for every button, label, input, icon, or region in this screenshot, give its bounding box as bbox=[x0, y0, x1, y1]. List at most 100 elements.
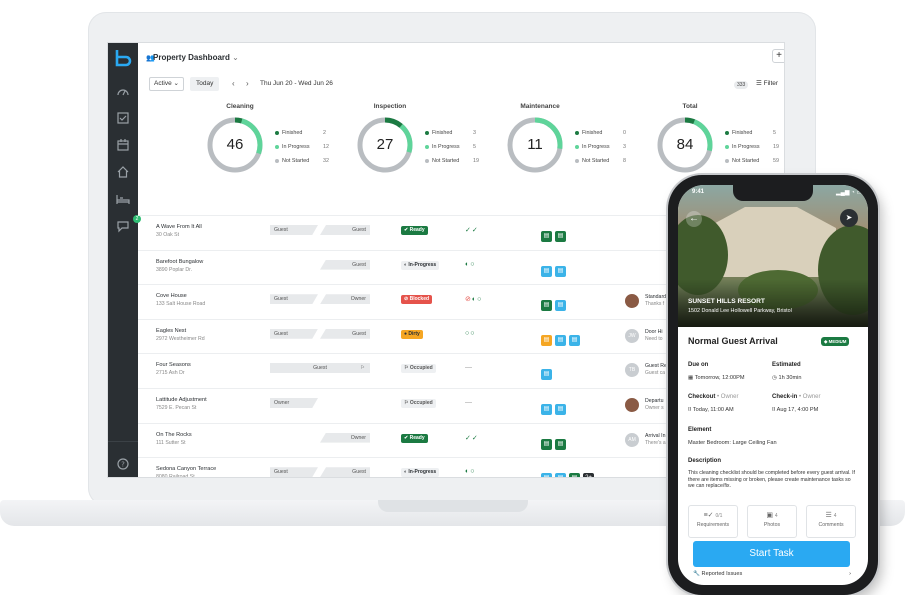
check-circle-icon: ✓ bbox=[471, 434, 479, 442]
stat-total[interactable]: Total 84 Finished 5 In Progress 19 Not Sta… bbox=[620, 101, 779, 181]
check-circle-icon: ✓ bbox=[465, 434, 472, 442]
status-time: 9:41 bbox=[692, 189, 705, 195]
legend-in-progress: In Progress 19 bbox=[725, 144, 779, 150]
property-name[interactable]: A Wave From It All bbox=[156, 224, 202, 230]
bed-icon[interactable] bbox=[116, 192, 130, 206]
status-icon: ● bbox=[404, 330, 408, 337]
stat-total: 11 bbox=[527, 136, 543, 153]
element-value: Master Bedroom: Large Ceiling Fan bbox=[688, 440, 777, 446]
task-icon[interactable]: ▤ bbox=[555, 404, 566, 415]
check-circle-icon: ✓ bbox=[471, 227, 479, 234]
checkin-value: ⌷ Aug 17, 4:00 PM bbox=[772, 407, 819, 413]
empty-circle-icon: ○ bbox=[470, 260, 476, 268]
legend-finished: Finished 5 bbox=[725, 130, 776, 136]
next-week-button[interactable]: › bbox=[246, 79, 249, 88]
door-icon: ⌷ bbox=[772, 407, 776, 413]
task-icon[interactable]: ▤ bbox=[555, 438, 566, 450]
back-arrow-icon[interactable]: ← bbox=[686, 211, 702, 227]
status-icon: ✔ bbox=[404, 434, 409, 441]
status-badge[interactable]: ◐ In-Progress bbox=[401, 260, 440, 270]
property-address: 2972 Westheimer Rd bbox=[156, 335, 205, 342]
property-name[interactable]: Sedona Canyon Terrace bbox=[156, 466, 216, 472]
task-icon[interactable]: ▤ bbox=[541, 334, 552, 346]
status-icon: ◐ bbox=[404, 261, 408, 268]
calendar-icon[interactable] bbox=[116, 138, 130, 152]
property-name[interactable]: On The Rocks bbox=[156, 432, 192, 438]
task-icon[interactable]: ▤ bbox=[555, 300, 566, 312]
filter-button[interactable]: ☰ Filter bbox=[756, 79, 778, 87]
dash-icon: — bbox=[465, 399, 473, 406]
property-address: 7529 E. Pecan St bbox=[156, 405, 197, 411]
inspection-checks: ⊘◐○ bbox=[465, 295, 482, 303]
task-icon[interactable]: ▤ bbox=[541, 404, 552, 415]
prev-week-button[interactable]: ‹ bbox=[232, 79, 235, 88]
stat-maintenance[interactable]: Maintenance 11 Finished 0 In Progress 3 No… bbox=[470, 101, 626, 181]
avatar: JW bbox=[625, 328, 639, 343]
task-icon[interactable]: ▤ bbox=[569, 334, 580, 346]
reported-issues-link[interactable]: 🔧 Reported Issues › bbox=[693, 571, 851, 577]
task-icon[interactable]: ▤ bbox=[555, 334, 566, 346]
help-icon[interactable]: ? bbox=[116, 457, 130, 471]
property-name[interactable]: Eagles Nest bbox=[156, 328, 186, 334]
chat-icon[interactable]: 2 bbox=[116, 215, 141, 233]
photos-tile[interactable]: ▣ 4 Photos bbox=[747, 505, 797, 538]
legend-not-started: Not Started 19 bbox=[425, 158, 479, 164]
task-icon[interactable]: ▤ bbox=[555, 473, 566, 477]
task-icon[interactable]: ▤ bbox=[541, 300, 552, 312]
task-icon[interactable]: ▤ bbox=[541, 265, 552, 277]
start-task-button[interactable]: Start Task bbox=[693, 541, 850, 567]
checkin-segment: Owner bbox=[320, 432, 370, 443]
task-icon[interactable]: ▤ bbox=[541, 369, 552, 381]
status-icon: ✔ bbox=[404, 227, 409, 233]
app-logo[interactable] bbox=[114, 49, 132, 69]
comments-tile[interactable]: ☰ 4 Comments bbox=[806, 505, 856, 538]
status-badge[interactable]: ● Dirty bbox=[401, 329, 423, 339]
stat-cleaning[interactable]: Cleaning 46 Finished 2 In Progress 12 Not … bbox=[170, 101, 329, 181]
task-icon[interactable]: ▤ bbox=[541, 438, 552, 450]
requirements-tile[interactable]: ≡✓ 0/1 Requirements bbox=[688, 505, 738, 538]
gauge-icon[interactable] bbox=[116, 85, 130, 99]
element-label: Element bbox=[688, 427, 712, 433]
wrench-icon: 🔧 bbox=[693, 571, 700, 577]
checkin-segment: Guest bbox=[320, 225, 370, 235]
property-name[interactable]: Lattitude Adjustment bbox=[156, 397, 207, 403]
today-button[interactable]: Today bbox=[190, 77, 220, 91]
stat-inspection[interactable]: Inspection 27 Finished 3 In Progress 5 Not… bbox=[320, 101, 479, 181]
inspection-checks: ○○ bbox=[465, 330, 475, 337]
property-name: SUNSET HILLS RESORT bbox=[688, 298, 765, 305]
add-button[interactable]: + bbox=[772, 49, 784, 63]
status-badge[interactable]: ⚐ Occupied bbox=[401, 364, 436, 374]
avatar: TB bbox=[625, 363, 639, 378]
legend-in-progress: In Progress 12 bbox=[275, 144, 329, 150]
task-icon[interactable]: ▤ bbox=[569, 473, 580, 477]
status-badge[interactable]: ✔ Ready bbox=[401, 226, 428, 235]
due-label: Due on bbox=[688, 362, 709, 368]
task-icon[interactable]: ▤ bbox=[541, 473, 552, 477]
more-tasks-badge[interactable]: 2+ bbox=[583, 473, 594, 477]
page-title[interactable]: Property Dashboard ⌄ bbox=[153, 53, 239, 62]
checkbox-icon[interactable] bbox=[116, 111, 130, 125]
property-name[interactable]: Cove House bbox=[156, 293, 187, 299]
image-icon: ▣ bbox=[766, 512, 773, 519]
status-badge[interactable]: ✔ Ready bbox=[401, 433, 428, 443]
active-filter-select[interactable]: Active ⌄ bbox=[149, 77, 184, 91]
status-badge[interactable]: ⊘ Blocked bbox=[401, 295, 433, 305]
property-name[interactable]: Barefoot Bungalow bbox=[156, 259, 203, 265]
home-icon[interactable] bbox=[116, 165, 130, 179]
property-address: 111 Sutter St bbox=[156, 439, 186, 446]
task-icon[interactable]: ▤ bbox=[555, 265, 566, 277]
property-photo bbox=[678, 185, 868, 327]
stat-title: Total bbox=[682, 103, 698, 110]
property-address: 30 Oak St bbox=[156, 232, 180, 238]
status-icon: ⚐ bbox=[404, 400, 409, 406]
status-badge[interactable]: ◐ In-Progress bbox=[401, 468, 440, 477]
property-name[interactable]: Four Seasons bbox=[156, 362, 191, 368]
task-icon[interactable]: ▤ bbox=[555, 231, 566, 242]
task-icons: ▤ ▤ bbox=[541, 432, 569, 450]
directions-icon[interactable]: ➤ bbox=[840, 209, 858, 227]
description-label: Description bbox=[688, 458, 722, 464]
task-icon[interactable]: ▤ bbox=[541, 231, 552, 242]
task-icons: ▤ ▤ bbox=[541, 259, 569, 277]
checkin-segment: Guest bbox=[320, 328, 370, 339]
status-badge[interactable]: ⚐ Occupied bbox=[401, 399, 436, 408]
